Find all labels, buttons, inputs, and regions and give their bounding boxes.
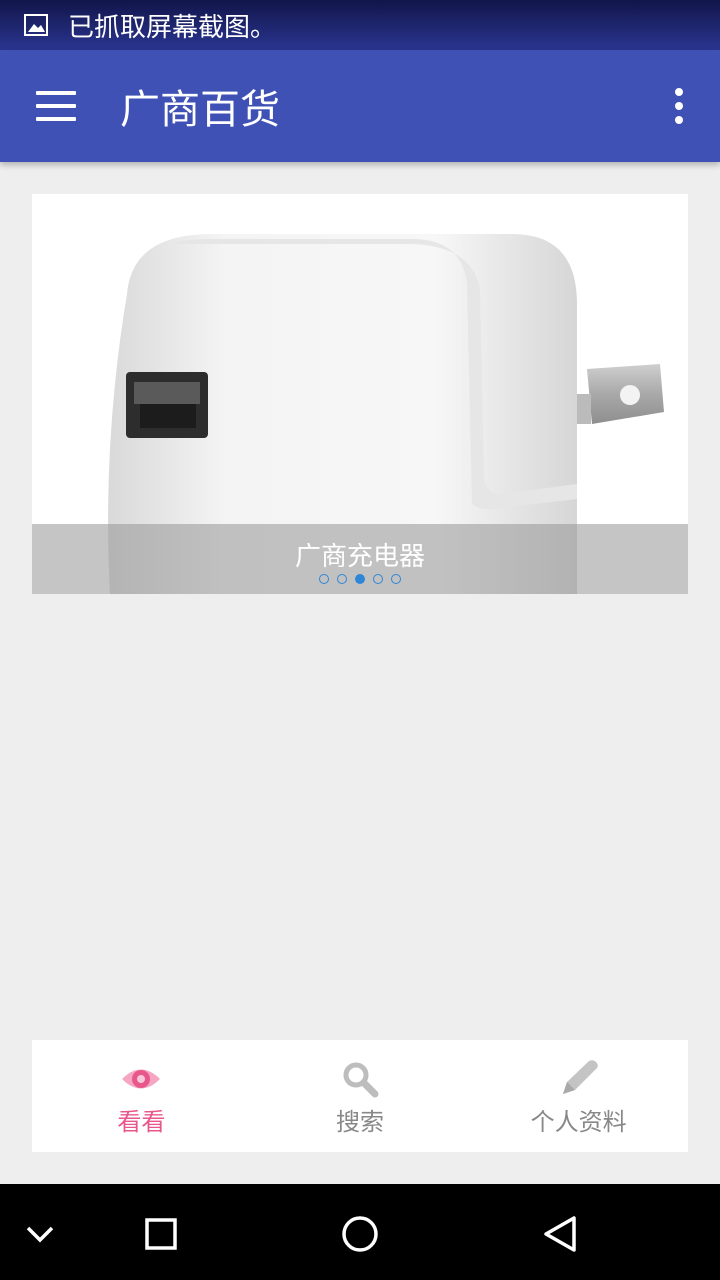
- hamburger-menu-icon[interactable]: [36, 91, 76, 121]
- nav-label-search: 搜索: [336, 1108, 384, 1136]
- chevron-down-icon[interactable]: [20, 1214, 60, 1254]
- search-icon: [340, 1058, 380, 1100]
- app-bar: 广商百货: [0, 50, 720, 162]
- status-notification-text: 已抓取屏幕截图。: [68, 12, 277, 43]
- bottom-navigation: 看看 搜索 个人资料: [32, 1040, 688, 1152]
- carousel-dot[interactable]: [373, 574, 383, 584]
- recents-square-icon[interactable]: [141, 1214, 181, 1254]
- system-navigation-bar: [0, 1184, 720, 1280]
- image-icon: [24, 14, 48, 36]
- home-circle-icon[interactable]: [340, 1214, 380, 1254]
- image-carousel[interactable]: 广商充电器: [32, 194, 688, 594]
- nav-label-profile: 个人资料: [530, 1108, 627, 1136]
- nav-item-look[interactable]: 看看: [32, 1040, 251, 1152]
- carousel-dot[interactable]: [337, 574, 347, 584]
- nav-item-profile[interactable]: 个人资料: [469, 1040, 688, 1152]
- carousel-dot[interactable]: [319, 574, 329, 584]
- back-triangle-icon[interactable]: [540, 1214, 580, 1254]
- pencil-icon: [557, 1058, 601, 1100]
- carousel-dot-active[interactable]: [355, 574, 365, 584]
- status-bar: 已抓取屏幕截图。: [0, 0, 720, 50]
- carousel-indicator: [32, 574, 688, 584]
- carousel-dot[interactable]: [391, 574, 401, 584]
- eye-icon: [120, 1058, 162, 1100]
- page-title: 广商百货: [120, 87, 280, 133]
- nav-item-search[interactable]: 搜索: [251, 1040, 470, 1152]
- nav-label-look: 看看: [117, 1108, 166, 1136]
- more-vertical-icon[interactable]: [672, 88, 686, 124]
- carousel-caption-bar: 广商充电器: [32, 524, 688, 594]
- carousel-caption: 广商充电器: [294, 542, 425, 572]
